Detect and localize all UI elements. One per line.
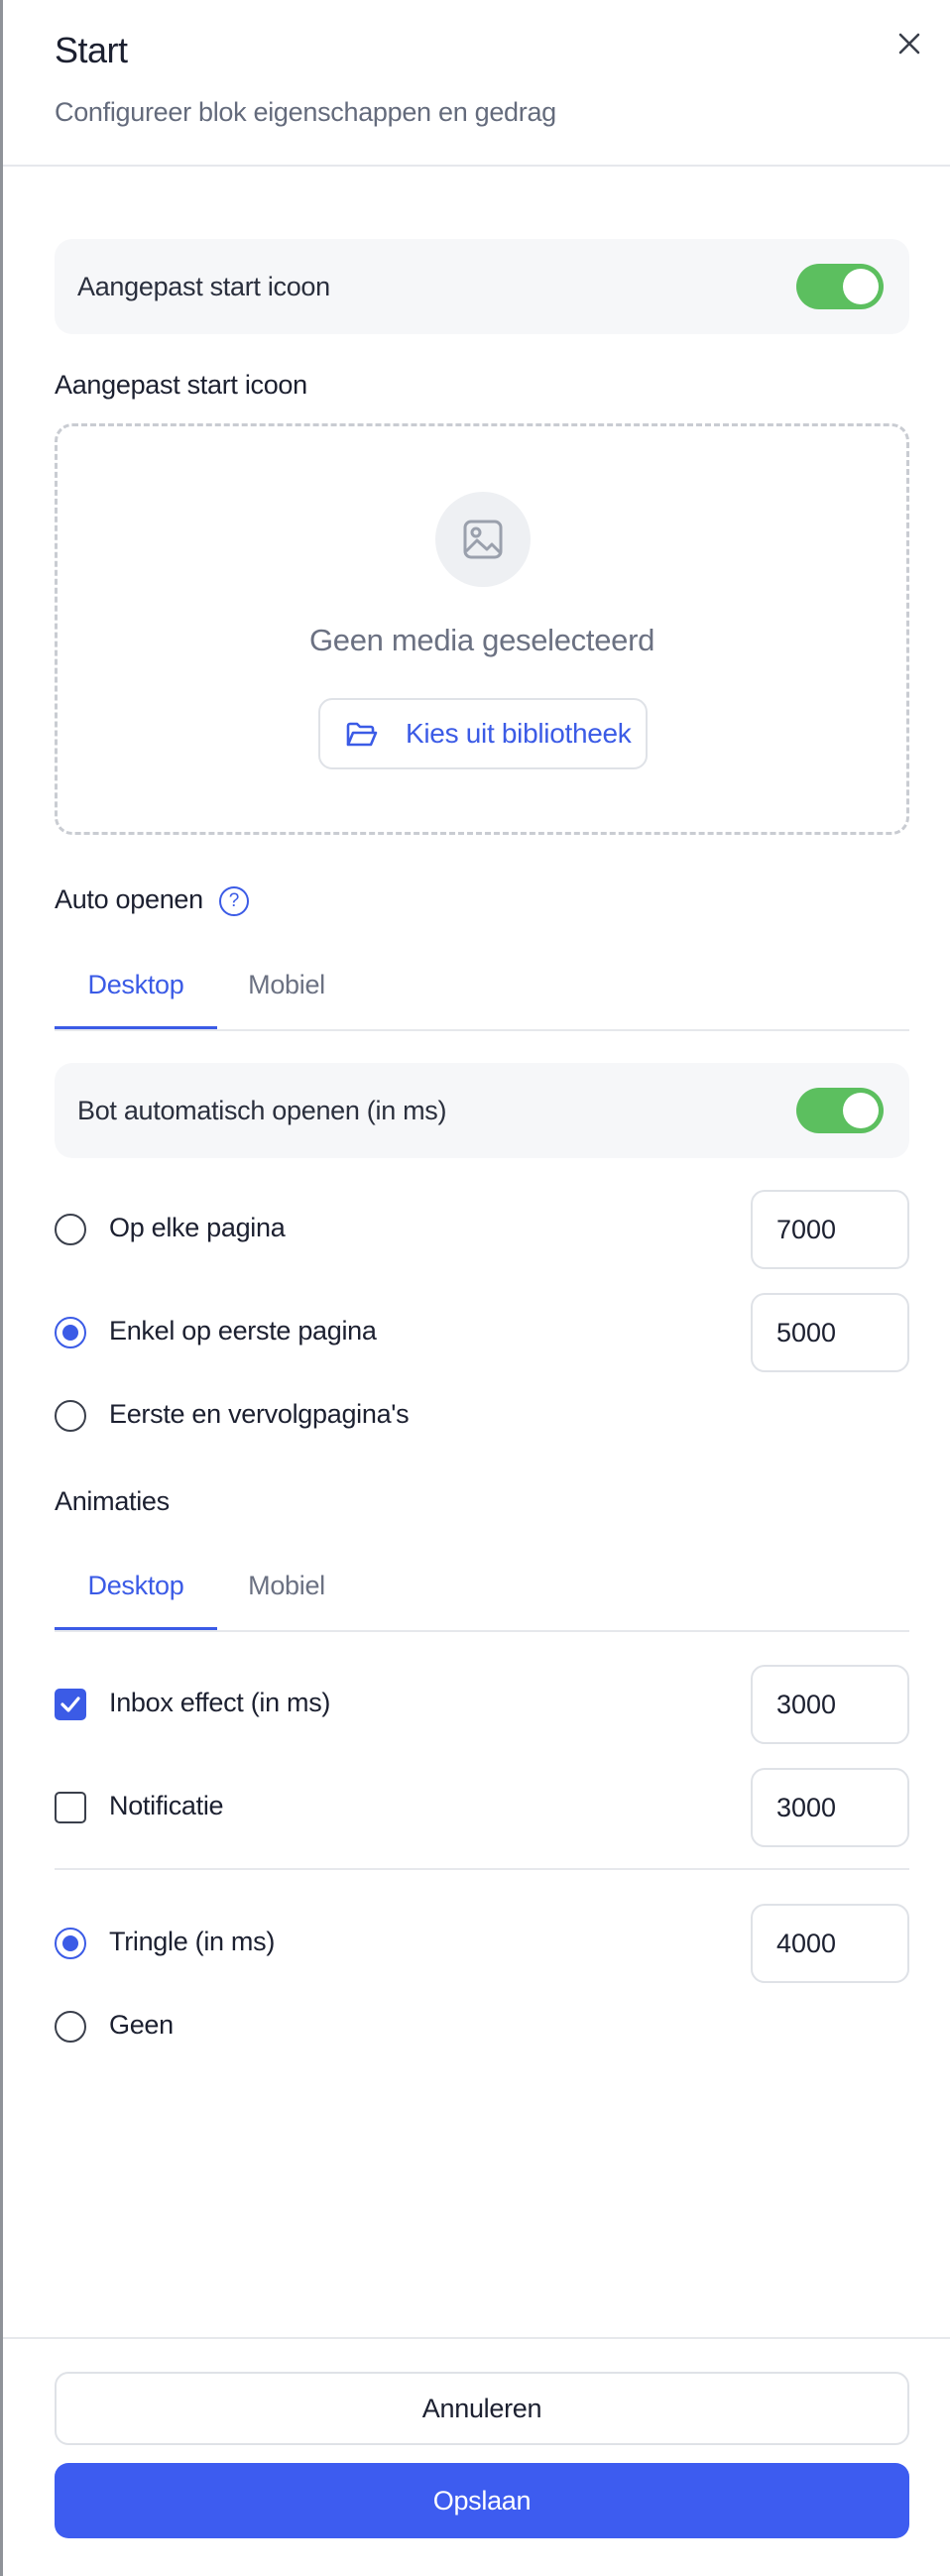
checkbox-notification[interactable] — [55, 1792, 86, 1823]
auto-open-tab-mobiel[interactable]: Mobiel — [217, 950, 356, 1029]
pick-from-library-label: Kies uit bibliotheek — [406, 718, 632, 749]
radio-tringle-label: Tringle (in ms) — [109, 1927, 276, 1956]
block-settings-panel: Start Configureer blok eigenschappen en … — [0, 0, 950, 2576]
help-icon[interactable]: ? — [219, 886, 249, 916]
footer-divider — [3, 2337, 950, 2339]
folder-open-icon — [346, 722, 378, 747]
auto-open-tabs-divider — [55, 1029, 909, 1031]
auto-open-active-tab-indicator — [55, 1026, 217, 1029]
radio-every-page[interactable] — [55, 1214, 86, 1245]
animations-label: Animaties — [55, 1486, 170, 1516]
checkmark-icon — [60, 1697, 80, 1712]
checkbox-inbox-effect[interactable] — [55, 1689, 86, 1720]
animations-tab-mobiel[interactable]: Mobiel — [217, 1551, 356, 1630]
custom-icon-toggle[interactable] — [796, 264, 884, 309]
radio-first-and-following[interactable] — [55, 1400, 86, 1432]
auto-open-toggle[interactable] — [796, 1088, 884, 1133]
save-button[interactable]: Opslaan — [55, 2463, 909, 2538]
animations-tab-desktop[interactable]: Desktop — [55, 1551, 217, 1630]
auto-open-toggle-label: Bot automatisch openen (in ms) — [77, 1096, 447, 1125]
toggle-knob — [843, 1093, 879, 1128]
pick-from-library-button[interactable]: Kies uit bibliotheek — [318, 698, 648, 769]
first-page-delay-input[interactable] — [751, 1293, 909, 1372]
close-button[interactable] — [891, 26, 927, 61]
toggle-knob — [843, 269, 879, 304]
header-divider — [3, 165, 950, 167]
radio-first-and-following-label: Eerste en vervolgpagina's — [109, 1399, 410, 1429]
checkbox-inbox-effect-label: Inbox effect (in ms) — [109, 1688, 331, 1717]
tringle-duration-input[interactable] — [751, 1904, 909, 1983]
radio-none[interactable] — [55, 2011, 86, 2043]
panel-subtitle: Configureer blok eigenschappen en gedrag — [55, 97, 556, 127]
custom-icon-toggle-row: Aangepast start icoon — [55, 239, 909, 334]
auto-open-tab-desktop[interactable]: Desktop — [55, 950, 217, 1029]
inbox-effect-duration-input[interactable] — [751, 1665, 909, 1744]
radio-tringle[interactable] — [55, 1928, 86, 1959]
no-media-text: Geen media geselecteerd — [308, 623, 655, 657]
animations-active-tab-indicator — [55, 1627, 217, 1630]
checkbox-notification-label: Notificatie — [109, 1791, 224, 1820]
cancel-button[interactable]: Annuleren — [55, 2372, 909, 2445]
radio-first-page-only[interactable] — [55, 1317, 86, 1348]
animations-tabs-divider — [55, 1630, 909, 1632]
radio-every-page-label: Op elke pagina — [109, 1213, 286, 1242]
image-icon — [463, 520, 503, 559]
notification-duration-input[interactable] — [751, 1768, 909, 1847]
every-page-delay-input[interactable] — [751, 1190, 909, 1269]
radio-none-label: Geen — [109, 2010, 174, 2040]
media-dropzone[interactable]: Geen media geselecteerd Kies uit bibliot… — [55, 423, 909, 835]
custom-icon-toggle-label: Aangepast start icoon — [77, 272, 330, 301]
radio-first-page-only-label: Enkel op eerste pagina — [109, 1316, 377, 1346]
auto-open-toggle-row: Bot automatisch openen (in ms) — [55, 1063, 909, 1158]
close-icon — [898, 33, 920, 55]
auto-open-label: Auto openen — [55, 884, 203, 914]
media-placeholder — [435, 492, 531, 587]
custom-icon-section-label: Aangepast start icoon — [55, 370, 307, 400]
panel-title: Start — [55, 30, 128, 70]
animations-divider — [55, 1868, 909, 1870]
